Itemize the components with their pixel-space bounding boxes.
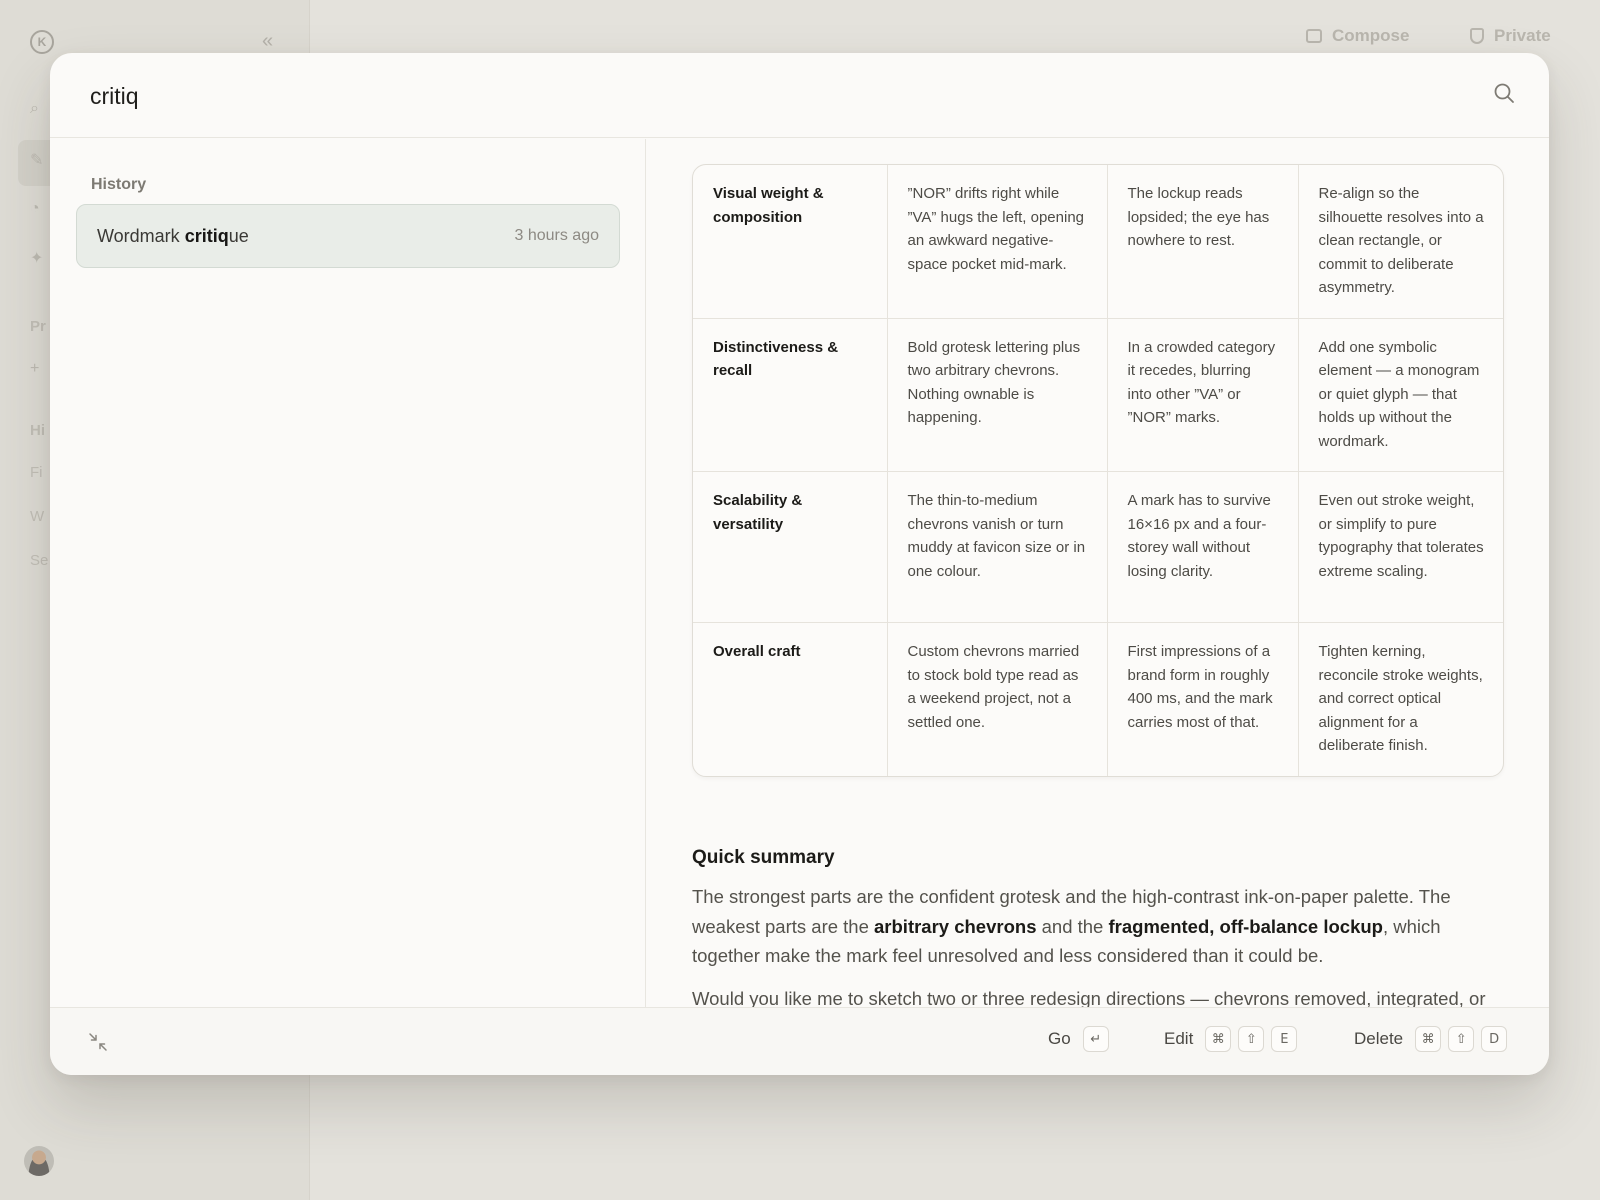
suggestion-cell: Even out stroke weight, or simplify to p… <box>1298 471 1503 623</box>
sparkle-icon: ✦ <box>30 250 44 267</box>
shield-icon <box>1470 28 1484 44</box>
impact-cell: In a crowded category it recedes, blurri… <box>1107 318 1299 472</box>
history-item-title: Wordmark critique <box>97 225 249 246</box>
table-row: Visual weight & composition ”NOR” drifts… <box>693 165 1503 319</box>
criterion-cell: Visual weight & composition <box>693 165 888 319</box>
search-icon[interactable] <box>1492 81 1516 105</box>
search-icon: ⌕ <box>30 100 39 117</box>
sidebar-fragment: Fi <box>30 464 43 481</box>
history-item[interactable]: Wordmark critique 3 hours ago <box>76 204 620 268</box>
impact-cell: A mark has to survive 16×16 px and a fou… <box>1107 471 1299 623</box>
observation-cell: ”NOR” drifts right while ”VA” hugs the l… <box>887 165 1108 319</box>
go-shortcut[interactable]: Go ↵ <box>1048 1026 1109 1052</box>
search-input[interactable] <box>90 77 1390 115</box>
collapse-icon[interactable] <box>88 1032 108 1052</box>
history-item-time: 3 hours ago <box>514 227 599 244</box>
impact-cell: First impressions of a brand form in rou… <box>1107 622 1299 776</box>
app-logo: K <box>30 30 54 54</box>
bell-icon: ◔ <box>30 200 40 217</box>
modal-header <box>50 53 1549 138</box>
search-modal: History Wordmark critique 3 hours ago Vi… <box>50 53 1549 1075</box>
observation-cell: The thin-to-medium chevrons vanish or tu… <box>887 471 1108 623</box>
criterion-cell: Distinctiveness & recall <box>693 318 888 472</box>
sidebar-fragment: Hi <box>30 422 45 439</box>
shift-key: ⇧ <box>1448 1026 1475 1052</box>
table-row: Overall craft Custom chevrons married to… <box>693 622 1503 776</box>
criterion-cell: Scalability & versatility <box>693 471 888 623</box>
critique-table: Visual weight & composition ”NOR” drifts… <box>692 164 1504 777</box>
history-pane: History Wordmark critique 3 hours ago <box>50 139 646 1007</box>
go-label: Go <box>1048 1029 1071 1048</box>
follow-up-paragraph: Would you like me to sketch two or three… <box>692 988 1486 1007</box>
criterion-cell: Overall craft <box>693 622 888 776</box>
compose-button: Compose <box>1306 26 1409 46</box>
table-row: Distinctiveness & recall Bold grotesk le… <box>693 318 1503 472</box>
preview-pane: Visual weight & composition ”NOR” drifts… <box>647 139 1549 1007</box>
edit-label: Edit <box>1164 1029 1194 1048</box>
d-key: D <box>1481 1026 1508 1052</box>
summary-paragraph: The strongest parts are the confident gr… <box>692 886 1451 966</box>
sidebar-fragment: Pr <box>30 318 46 335</box>
avatar <box>24 1146 54 1176</box>
shift-key: ⇧ <box>1238 1026 1265 1052</box>
impact-cell: The lockup reads lopsided; the eye has n… <box>1107 165 1299 319</box>
edit-shortcut[interactable]: Edit ⌘ ⇧ E <box>1164 1026 1298 1052</box>
private-label: Private <box>1494 26 1551 45</box>
table-row: Scalability & versatility The thin-to-me… <box>693 471 1503 623</box>
compose-icon <box>1306 29 1322 43</box>
sidebar-collapse-icon: « <box>262 30 274 52</box>
suggestion-cell: Re-align so the silhouette resolves into… <box>1298 165 1503 319</box>
history-heading: History <box>91 176 147 193</box>
command-key: ⌘ <box>1415 1026 1442 1052</box>
private-button: Private <box>1470 26 1551 46</box>
sidebar-fragment: W <box>30 508 45 525</box>
delete-shortcut[interactable]: Delete ⌘ ⇧ D <box>1354 1026 1508 1052</box>
summary-heading: Quick summary <box>692 847 835 868</box>
pencil-icon: ✎ <box>30 152 44 169</box>
observation-cell: Bold grotesk lettering plus two arbitrar… <box>887 318 1108 472</box>
sidebar-fragment: Se <box>30 552 49 569</box>
observation-cell: Custom chevrons married to stock bold ty… <box>887 622 1108 776</box>
compose-label: Compose <box>1332 26 1410 45</box>
enter-key: ↵ <box>1082 1026 1109 1052</box>
command-key: ⌘ <box>1205 1026 1232 1052</box>
suggestion-cell: Tighten kerning, reconcile stroke weight… <box>1318 643 1483 754</box>
modal-footer: Go ↵ Edit ⌘ ⇧ E Delete ⌘ ⇧ D <box>50 1007 1549 1075</box>
suggestion-cell: Add one symbolic element — a monogram or… <box>1298 318 1503 472</box>
delete-label: Delete <box>1354 1029 1404 1048</box>
plus-icon: + <box>30 360 40 377</box>
e-key: E <box>1271 1026 1298 1052</box>
